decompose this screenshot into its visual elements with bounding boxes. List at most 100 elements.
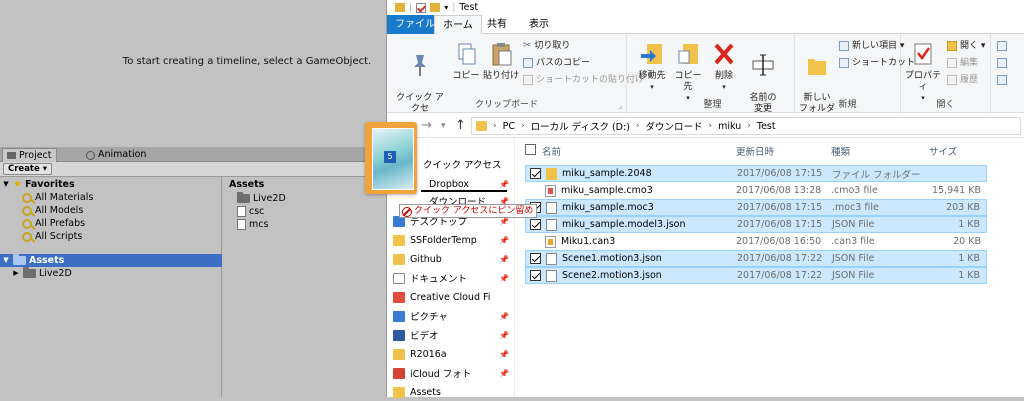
asset-file[interactable]: mcs	[237, 218, 268, 231]
chevron-right-icon: ›	[493, 121, 497, 131]
column-size[interactable]: サイズ	[929, 144, 957, 158]
copy-to-button[interactable]: コピー先 ▾	[671, 40, 705, 104]
favorite-item[interactable]: All Materials	[22, 191, 93, 204]
column-type[interactable]: 種類	[831, 144, 850, 158]
tab-view[interactable]: 表示	[521, 15, 557, 34]
create-button[interactable]: Create ▾	[3, 163, 52, 175]
file-name: Scene2.motion3.json	[562, 270, 662, 281]
cut-button[interactable]: ✂ 切り取り	[523, 39, 570, 53]
nav-item[interactable]: ビデオ 📌	[393, 326, 513, 344]
copy-path-button[interactable]: パスのコピー	[523, 56, 590, 70]
open-button[interactable]: 開く ▾	[947, 39, 985, 53]
favorite-item[interactable]: All Scripts	[22, 230, 82, 243]
nav-item[interactable]: ドキュメント 📌	[393, 269, 513, 287]
tab-share[interactable]: 共有	[479, 15, 515, 34]
pin-icon: 📌	[499, 368, 509, 378]
nav-item[interactable]: Assets	[393, 383, 513, 401]
column-name[interactable]: 名前	[542, 144, 561, 158]
asset-folder[interactable]: Live2D	[237, 192, 286, 205]
paste-icon	[492, 43, 512, 66]
folder-icon	[395, 3, 405, 12]
tab-project[interactable]: Project	[2, 148, 57, 162]
select-none-icon[interactable]	[997, 58, 1007, 68]
select-all-icon[interactable]	[997, 41, 1007, 51]
nav-item[interactable]: ピクチャ 📌	[393, 307, 513, 325]
file-icon	[546, 201, 557, 214]
file-row[interactable]: miku_sample.moc3 2017/06/08 17:15 .moc3 …	[525, 199, 987, 216]
nav-item[interactable]: R2016a 📌	[393, 345, 513, 363]
favorite-label: All Scripts	[35, 231, 83, 242]
drop-insert-line	[421, 190, 507, 192]
file-row[interactable]: Scene2.motion3.json 2017/06/08 17:22 JSO…	[525, 267, 987, 284]
row-checkbox[interactable]	[530, 270, 541, 281]
breadcrumb-item[interactable]: ダウンロード	[646, 119, 703, 133]
asset-file[interactable]: csc	[237, 205, 264, 218]
live2d-node[interactable]: ▶ Live2D	[12, 267, 72, 280]
new-item-button[interactable]: 新しい項目 ▾	[839, 39, 904, 53]
file-row[interactable]: miku_sample.2048 2017/06/08 17:15 ファイル フ…	[525, 165, 987, 182]
timeline-panel: To start creating a timeline, select a G…	[0, 0, 386, 146]
pin-icon: 📌	[499, 311, 509, 321]
new-group-label: 新規	[838, 100, 857, 110]
breadcrumb-item[interactable]: Test	[757, 121, 776, 132]
nav-item[interactable]: Github 📌	[393, 250, 513, 268]
quick-access-dropdown-icon[interactable]: ▾	[444, 3, 448, 12]
pin-icon: 📌	[499, 273, 509, 283]
creative-cloud-icon	[393, 291, 405, 303]
move-to-button[interactable]: 移動先 ▾	[635, 40, 669, 93]
breadcrumb-item[interactable]: ローカル ディスク (D:)	[531, 119, 630, 133]
delete-button[interactable]: 削除 ▾	[709, 40, 739, 93]
breadcrumb[interactable]: › PC › ローカル ディスク (D:) › ダウンロード › miku › …	[471, 117, 1021, 135]
nav-item-label: R2016a	[410, 348, 447, 360]
tab-animation[interactable]: Animation	[82, 148, 150, 162]
favorite-item[interactable]: All Models	[22, 204, 83, 217]
paste-button[interactable]: 貼り付け	[483, 40, 519, 82]
copy-button[interactable]: コピー	[451, 40, 481, 82]
nav-item[interactable]: iCloud フォト 📌	[393, 364, 513, 382]
expand-arrow-icon[interactable]: ▶	[12, 267, 20, 280]
history-icon	[947, 75, 957, 85]
open-icon	[947, 41, 957, 51]
expand-arrow-icon[interactable]: ▼	[2, 254, 10, 267]
breadcrumb-item[interactable]: PC	[503, 121, 515, 132]
copy-icon	[458, 43, 476, 65]
tab-home[interactable]: ホーム	[434, 15, 482, 34]
breadcrumb-item[interactable]: miku	[718, 121, 741, 132]
up-arrow-icon[interactable]: ↑	[455, 118, 466, 133]
favorites-node[interactable]: ▼ ★ Favorites	[2, 178, 74, 191]
folder-icon	[393, 348, 405, 360]
expand-arrow-icon[interactable]: ▼	[2, 178, 10, 191]
group-launcher-icon[interactable]: ⌟	[619, 102, 622, 110]
project-tree: ▼ ★ Favorites All Materials All Models A…	[0, 177, 222, 397]
assets-node[interactable]: ▼ Assets	[0, 254, 222, 267]
column-date[interactable]: 更新日時	[736, 144, 774, 158]
icloud-photos-icon	[393, 367, 405, 379]
file-date: 2017/06/08 17:15	[737, 168, 823, 179]
nav-item[interactable]: Creative Cloud Fi	[393, 288, 513, 306]
new-folder-quick-icon[interactable]	[430, 3, 441, 12]
paste-shortcut-button[interactable]: ショートカットの貼り付け	[523, 73, 644, 87]
row-checkbox[interactable]	[530, 253, 541, 264]
forward-arrow-icon[interactable]: →	[421, 118, 432, 133]
nav-item[interactable]: SSFolderTemp 📌	[393, 231, 513, 249]
favorite-item[interactable]: All Prefabs	[22, 217, 85, 230]
file-row[interactable]: miku_sample.cmo3 2017/06/08 13:28 .cmo3 …	[525, 182, 987, 199]
select-all-checkbox[interactable]	[525, 144, 536, 155]
history-button[interactable]: 履歴	[947, 73, 978, 87]
tab-project-label: Project	[19, 149, 52, 161]
properties-quick-icon[interactable]	[416, 2, 427, 13]
file-row[interactable]: Miku1.can3 2017/06/08 16:50 .can3 file 2…	[525, 233, 987, 250]
folder-icon	[393, 386, 405, 398]
cut-label: 切り取り	[534, 41, 571, 51]
recent-dropdown-icon[interactable]: ▾	[441, 121, 446, 131]
properties-button[interactable]: プロパティ ▾	[903, 40, 943, 104]
row-checkbox[interactable]	[530, 219, 541, 230]
edit-button[interactable]: 編集	[947, 56, 978, 70]
nav-item-label: ピクチャ	[410, 312, 448, 323]
file-row[interactable]: miku_sample.model3.json 2017/06/08 17:15…	[525, 216, 987, 233]
open-label: 開く ▾	[960, 41, 986, 51]
invert-selection-icon[interactable]	[997, 75, 1007, 85]
row-checkbox[interactable]	[530, 168, 541, 179]
file-row[interactable]: Scene1.motion3.json 2017/06/08 17:22 JSO…	[525, 250, 987, 267]
pictures-icon	[393, 310, 405, 322]
